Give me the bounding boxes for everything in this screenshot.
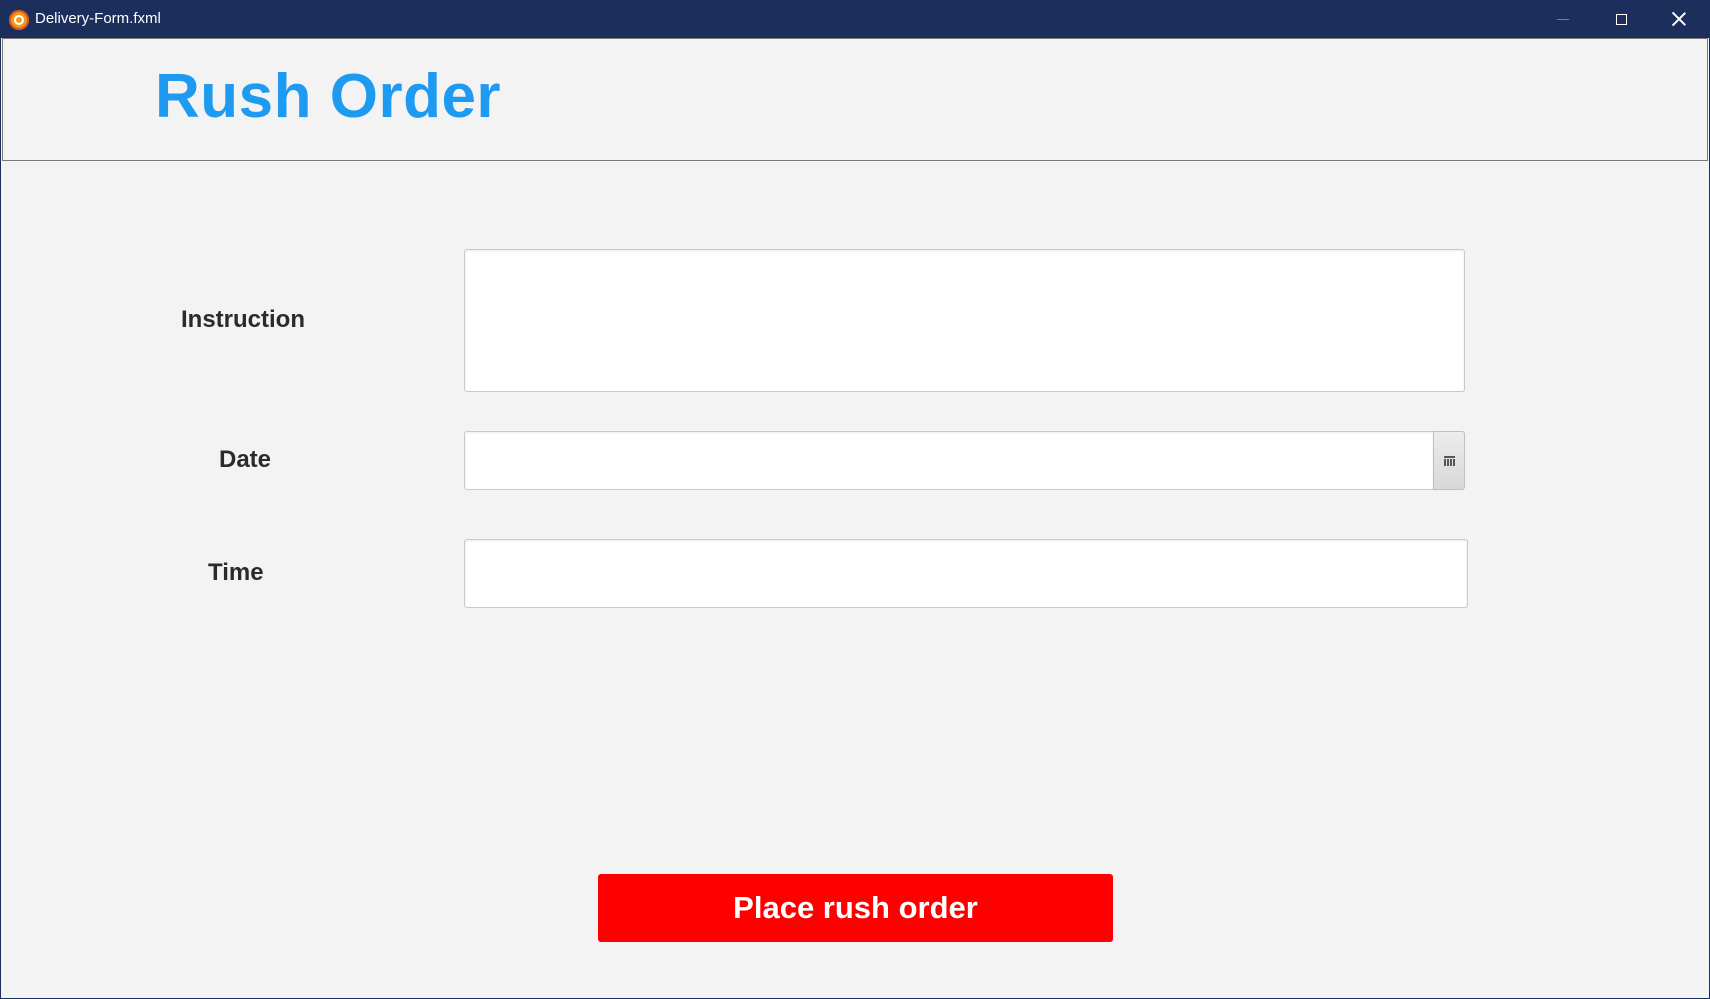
window-title: Delivery-Form.fxml [35,10,161,27]
minimize-icon [1557,18,1569,20]
place-rush-order-button[interactable]: Place rush order [598,874,1113,942]
instruction-field[interactable] [464,249,1465,392]
title-bar[interactable]: Delivery-Form.fxml [0,0,1710,38]
calendar-icon [1443,455,1455,466]
instruction-label: Instruction [181,306,305,333]
app-window: Delivery-Form.fxml Rush Order Instructio… [0,0,1710,999]
form-content: Rush Order Instruction Date Time Place r… [1,38,1709,998]
date-picker-button[interactable] [1433,431,1465,490]
close-icon [1672,12,1686,26]
date-field[interactable] [464,431,1434,490]
maximize-icon [1615,13,1627,25]
maximize-button[interactable] [1592,0,1650,38]
minimize-button[interactable] [1534,0,1592,38]
java-fx-icon [9,10,29,30]
header-panel: Rush Order [2,38,1708,161]
time-label: Time [208,559,264,586]
page-title: Rush Order [155,62,502,131]
time-field[interactable] [464,539,1468,608]
close-button[interactable] [1650,0,1708,38]
date-label: Date [219,446,272,473]
date-picker [464,431,1465,490]
